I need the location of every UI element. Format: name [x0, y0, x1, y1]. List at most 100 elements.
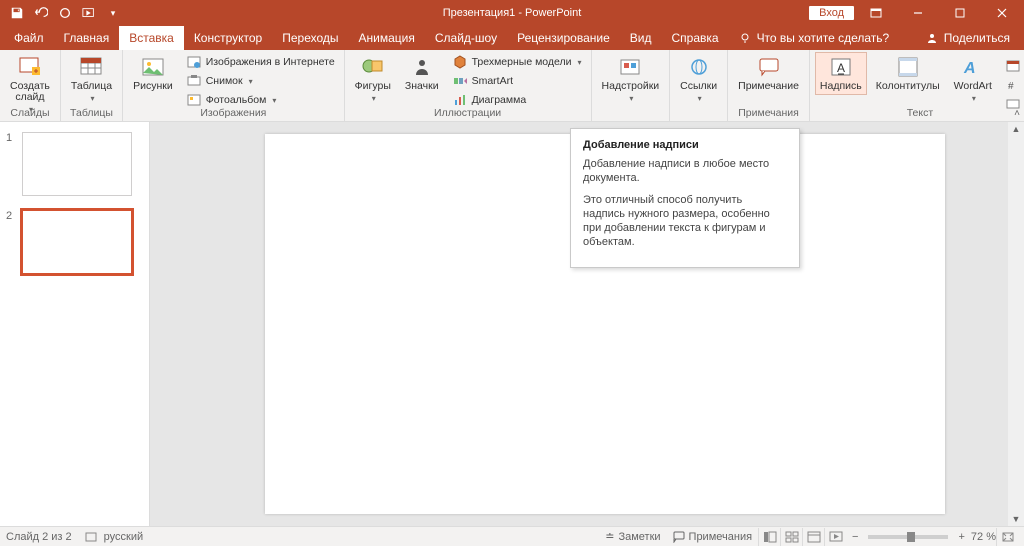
photo-album-icon	[186, 92, 202, 108]
header-footer-button[interactable]: Колонтитулы	[872, 53, 944, 94]
slide-counter: Слайд 2 из 2	[6, 531, 72, 543]
spellcheck-icon[interactable]	[84, 530, 98, 544]
table-button[interactable]: Таблица ▾	[67, 53, 116, 105]
tab-home[interactable]: Главная	[54, 26, 120, 50]
icons-button[interactable]: Значки	[401, 53, 443, 94]
textbox-tooltip: Добавление надписи Добавление надписи в …	[570, 128, 800, 268]
slide-sorter-view-button[interactable]	[780, 528, 802, 546]
sign-in-button[interactable]: Вход	[809, 6, 854, 20]
links-label: Ссылки	[680, 81, 717, 92]
chevron-down-icon: ▾	[247, 77, 253, 86]
pictures-icon	[139, 55, 167, 79]
comments-button[interactable]: Примечания	[667, 531, 759, 543]
undo-icon[interactable]	[30, 2, 52, 24]
chart-icon	[452, 92, 468, 108]
slideshow-view-button[interactable]	[824, 528, 846, 546]
number-icon: #	[1005, 77, 1021, 93]
tab-animations[interactable]: Анимация	[349, 26, 425, 50]
tab-view[interactable]: Вид	[620, 26, 662, 50]
scroll-up-icon[interactable]: ▲	[1012, 124, 1021, 134]
wordart-icon: A	[959, 55, 987, 79]
tab-insert[interactable]: Вставка	[119, 26, 184, 50]
share-button[interactable]: Поделиться	[912, 26, 1024, 50]
new-slide-icon	[16, 55, 44, 79]
textbox-button[interactable]: A Надпись	[816, 53, 866, 94]
collapse-ribbon-icon[interactable]: ˄	[1014, 108, 1020, 119]
language-indicator[interactable]: русский	[104, 531, 143, 543]
online-pictures-button[interactable]: Изображения в Интернете	[183, 53, 338, 71]
link-icon	[685, 55, 713, 79]
tooltip-title: Добавление надписи	[583, 139, 787, 151]
tab-transitions[interactable]: Переходы	[272, 26, 348, 50]
tab-review[interactable]: Рецензирование	[507, 26, 620, 50]
shapes-button[interactable]: Фигуры ▾	[351, 53, 395, 105]
minimize-icon[interactable]	[898, 0, 938, 26]
slide-number-button[interactable]: #	[1002, 76, 1024, 94]
wordart-button[interactable]: A WordArt ▾	[950, 53, 996, 105]
slide-preview	[22, 210, 132, 274]
comments-icon	[673, 531, 685, 543]
smartart-icon	[452, 73, 468, 89]
screenshot-button[interactable]: Снимок ▾	[183, 72, 338, 90]
scroll-down-icon[interactable]: ▼	[1012, 514, 1021, 524]
tell-me-search[interactable]: Что вы хотите сделать?	[729, 26, 900, 50]
normal-view-button[interactable]	[758, 528, 780, 546]
tab-file[interactable]: Файл	[4, 26, 54, 50]
reading-view-button[interactable]	[802, 528, 824, 546]
close-icon[interactable]	[982, 0, 1022, 26]
photo-album-label: Фотоальбом	[206, 94, 267, 106]
slide-thumbnail-panel[interactable]: 1 2	[0, 122, 150, 526]
slide-thumbnail-1[interactable]: 1	[6, 132, 143, 196]
slide-thumbnail-2[interactable]: 2	[6, 210, 143, 274]
tell-me-label: Что вы хотите сделать?	[757, 31, 890, 45]
start-from-beginning-icon[interactable]	[78, 2, 100, 24]
maximize-icon[interactable]	[940, 0, 980, 26]
qat-customize-icon[interactable]: ▾	[102, 2, 124, 24]
slide-canvas-area[interactable]: Добавление надписи Добавление надписи в …	[150, 122, 1008, 526]
group-slides-label: Слайды	[10, 107, 49, 121]
3d-models-label: Трехмерные модели	[472, 56, 572, 68]
zoom-slider-thumb[interactable]	[907, 532, 915, 542]
zoom-in-button[interactable]: +	[952, 531, 970, 543]
notes-button[interactable]: ≐ Заметки	[599, 530, 666, 543]
screenshot-label: Снимок	[206, 75, 243, 87]
fit-to-window-button[interactable]	[996, 528, 1018, 546]
group-tables-label: Таблицы	[70, 107, 113, 121]
addins-button[interactable]: Надстройки ▾	[598, 53, 664, 105]
pictures-button[interactable]: Рисунки	[129, 53, 177, 94]
comment-label: Примечание	[738, 81, 799, 92]
zoom-slider[interactable]	[868, 535, 948, 539]
comments-label: Примечания	[689, 531, 753, 543]
smartart-button[interactable]: SmartArt	[449, 72, 585, 90]
tab-design[interactable]: Конструктор	[184, 26, 272, 50]
links-button[interactable]: Ссылки ▾	[676, 53, 721, 105]
save-icon[interactable]	[6, 2, 28, 24]
comment-button[interactable]: Примечание	[734, 53, 803, 94]
chart-label: Диаграмма	[472, 94, 527, 106]
tab-slideshow[interactable]: Слайд-шоу	[425, 26, 507, 50]
tooltip-paragraph: Добавление надписи в любое место докумен…	[583, 157, 787, 185]
date-time-button[interactable]	[1002, 57, 1024, 75]
object-button[interactable]	[1002, 95, 1024, 113]
vertical-scrollbar[interactable]: ▲ ▼	[1008, 122, 1024, 526]
zoom-out-button[interactable]: −	[846, 531, 864, 543]
document-title: Презентация1 - PowerPoint	[443, 7, 582, 19]
zoom-percentage[interactable]: 72 %	[971, 531, 996, 543]
ribbon-display-options-icon[interactable]	[856, 0, 896, 26]
chevron-down-icon: ▾	[576, 58, 582, 67]
chevron-down-icon: ▾	[696, 94, 702, 103]
tooltip-paragraph: Это отличный способ получить надпись нуж…	[583, 193, 787, 249]
redo-icon[interactable]	[54, 2, 76, 24]
tab-help[interactable]: Справка	[661, 26, 728, 50]
group-comments-label: Примечания	[738, 107, 799, 121]
new-slide-label: Создать слайд	[10, 81, 50, 103]
smartart-label: SmartArt	[472, 75, 513, 87]
notes-label: Заметки	[618, 531, 660, 543]
svg-text:A: A	[963, 60, 976, 77]
shapes-label: Фигуры	[355, 81, 391, 92]
comment-icon	[755, 55, 783, 79]
group-illustrations-label: Иллюстрации	[434, 107, 501, 121]
3d-models-button[interactable]: Трехмерные модели ▾	[449, 53, 585, 71]
slide-preview	[22, 132, 132, 196]
group-text-label: Текст	[907, 107, 933, 121]
